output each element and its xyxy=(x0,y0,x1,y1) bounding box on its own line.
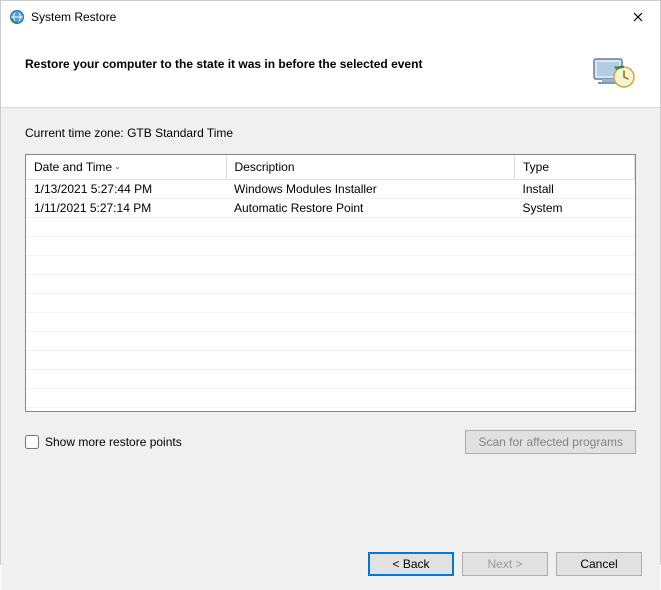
restore-points-table[interactable]: Date and Time⌄ Description Type 1/13/202… xyxy=(25,154,636,412)
system-restore-icon xyxy=(9,9,25,25)
page-headline: Restore your computer to the state it wa… xyxy=(25,53,588,71)
table-cell-date: 1/11/2021 5:27:14 PM xyxy=(26,198,226,217)
table-cell-date: 1/13/2021 5:27:44 PM xyxy=(26,179,226,198)
next-button: Next > xyxy=(462,552,548,576)
table-row-empty xyxy=(26,217,635,236)
table-row-empty xyxy=(26,388,635,407)
header-area: Restore your computer to the state it wa… xyxy=(1,33,660,108)
table-cell-type: System xyxy=(515,198,635,217)
table-cell-type: Install xyxy=(515,179,635,198)
table-row-empty xyxy=(26,369,635,388)
show-more-checkbox-input[interactable] xyxy=(25,435,39,449)
show-more-checkbox[interactable]: Show more restore points xyxy=(25,435,182,449)
back-button[interactable]: < Back xyxy=(368,552,454,576)
table-row-empty xyxy=(26,236,635,255)
table-row-empty xyxy=(26,293,635,312)
table-row-empty xyxy=(26,255,635,274)
cancel-button[interactable]: Cancel xyxy=(556,552,642,576)
table-cell-description: Automatic Restore Point xyxy=(226,198,515,217)
timezone-line: Current time zone: GTB Standard Time xyxy=(25,126,636,140)
window-title: System Restore xyxy=(31,10,116,24)
sort-descending-icon: ⌄ xyxy=(114,162,121,171)
close-button[interactable] xyxy=(615,2,660,32)
table-header-row: Date and Time⌄ Description Type xyxy=(26,155,635,179)
table-row-empty xyxy=(26,350,635,369)
table-row[interactable]: 1/13/2021 5:27:44 PMWindows Modules Inst… xyxy=(26,179,635,198)
content-area: Current time zone: GTB Standard Time Dat… xyxy=(1,108,660,538)
table-row-empty xyxy=(26,331,635,350)
table-row-empty xyxy=(26,274,635,293)
wizard-footer: < Back Next > Cancel xyxy=(1,538,660,590)
close-icon xyxy=(633,12,643,22)
table-cell-description: Windows Modules Installer xyxy=(226,179,515,198)
titlebar: System Restore xyxy=(1,1,660,33)
column-header-date[interactable]: Date and Time⌄ xyxy=(26,155,226,179)
table-row-empty xyxy=(26,312,635,331)
show-more-checkbox-label: Show more restore points xyxy=(45,435,182,449)
column-header-description[interactable]: Description xyxy=(226,155,515,179)
timezone-label: Current time zone: xyxy=(25,126,124,140)
scan-affected-button: Scan for affected programs xyxy=(465,430,636,454)
timezone-value: GTB Standard Time xyxy=(127,126,233,140)
table-row[interactable]: 1/11/2021 5:27:14 PMAutomatic Restore Po… xyxy=(26,198,635,217)
column-header-type[interactable]: Type xyxy=(515,155,635,179)
restore-hero-icon xyxy=(588,53,636,93)
